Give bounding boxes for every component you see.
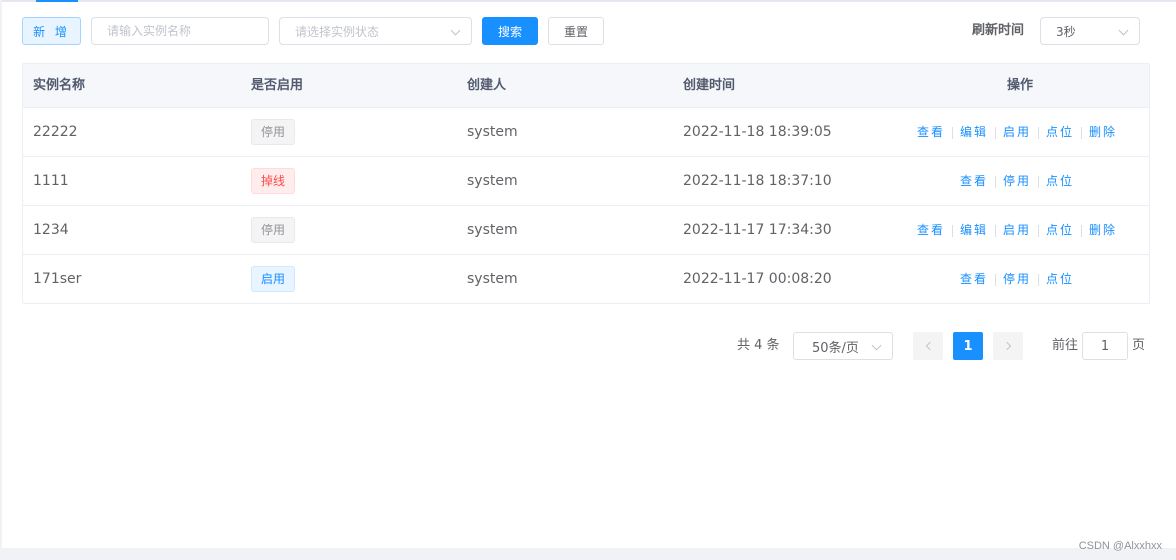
cell-creator: system	[467, 222, 518, 238]
cell-status: 停用	[251, 108, 296, 156]
points-link[interactable]: 点位	[1046, 125, 1074, 139]
toolbar: 新 增 请选择实例状态 搜索 重置 刷新时间 3秒	[22, 17, 1140, 45]
divider	[994, 126, 996, 139]
refresh-time-label: 刷新时间	[972, 23, 1025, 38]
chevron-right-icon	[1002, 341, 1011, 351]
cell-creator: system	[467, 271, 518, 287]
points-link[interactable]: 点位	[1046, 174, 1074, 188]
divider	[1038, 126, 1039, 139]
next-page-button[interactable]	[993, 332, 1023, 360]
enable-link[interactable]: 启用	[1003, 125, 1031, 139]
main-panel: 新 增 请选择实例状态 搜索 重置 刷新时间 3秒 实例名称 是否启用 创建人 …	[2, 0, 1176, 548]
page-number-current[interactable]: 1	[953, 332, 983, 360]
cell-instance-name: 1111	[33, 173, 69, 189]
cell-created-time: 2022-11-17 00:08:20	[683, 271, 832, 287]
divider	[994, 175, 996, 188]
delete-link[interactable]: 删除	[1089, 223, 1117, 237]
header-created-time: 创建时间	[683, 78, 736, 93]
cell-instance-name: 1234	[33, 222, 69, 238]
instance-status-select[interactable]: 请选择实例状态	[279, 17, 472, 45]
cell-status: 掉线	[251, 157, 296, 205]
refresh-interval-select[interactable]: 3秒	[1040, 17, 1140, 45]
table-row: 22222 停用 system 2022-11-18 18:39:05 查看 编辑…	[23, 108, 1149, 157]
divider	[1081, 224, 1083, 237]
cell-creator: system	[467, 173, 518, 189]
status-badge: 启用	[251, 266, 296, 292]
view-link[interactable]: 查看	[917, 223, 945, 237]
delete-link[interactable]: 删除	[1089, 125, 1117, 139]
total-count: 共 4 条	[737, 338, 780, 353]
add-button[interactable]: 新 增	[22, 17, 81, 45]
status-badge: 掉线	[251, 168, 296, 194]
divider	[951, 224, 953, 237]
goto-label: 前往	[1052, 338, 1079, 353]
header-enabled: 是否启用	[251, 78, 304, 93]
divider	[994, 224, 996, 237]
divider	[951, 126, 953, 139]
header-actions: 操作	[1007, 78, 1034, 93]
top-divider	[2, 0, 1176, 2]
goto-suffix: 页	[1132, 338, 1146, 353]
divider	[1081, 126, 1083, 139]
disable-link[interactable]: 停用	[1003, 272, 1031, 286]
points-link[interactable]: 点位	[1046, 272, 1074, 286]
points-link[interactable]: 点位	[1046, 223, 1074, 237]
view-link[interactable]: 查看	[960, 272, 988, 286]
instance-table: 实例名称 是否启用 创建人 创建时间 操作 22222 停用 system 20…	[22, 63, 1150, 304]
chevron-down-icon	[1118, 25, 1129, 36]
cell-instance-name: 22222	[33, 124, 78, 140]
refresh-interval-value: 3秒	[1056, 24, 1076, 39]
table-row: 171ser 启用 system 2022-11-17 00:08:20 查看 停…	[23, 255, 1149, 303]
page-size-value: 50条/页	[812, 340, 859, 356]
chevron-down-icon	[450, 25, 461, 36]
view-link[interactable]: 查看	[960, 174, 988, 188]
cell-created-time: 2022-11-18 18:39:05	[683, 124, 832, 140]
table-header: 实例名称 是否启用 创建人 创建时间 操作	[23, 64, 1149, 108]
watermark: CSDN @Alxxhxx	[1078, 540, 1162, 552]
cell-actions: 查看 停用 点位	[879, 157, 1149, 205]
page-size-select[interactable]: 50条/页	[793, 332, 893, 360]
pagination: 共 4 条 50条/页 1 前往 页	[2, 332, 1176, 360]
header-creator: 创建人	[467, 78, 507, 93]
cell-actions: 查看 编辑 启用 点位 删除	[879, 108, 1149, 156]
status-badge: 停用	[251, 119, 296, 145]
cell-created-time: 2022-11-17 17:34:30	[683, 222, 832, 238]
enable-link[interactable]: 启用	[1003, 223, 1031, 237]
divider	[994, 273, 996, 286]
cell-created-time: 2022-11-18 18:37:10	[683, 173, 832, 189]
divider	[1038, 175, 1039, 188]
goto-page-input[interactable]	[1082, 332, 1128, 360]
divider	[1038, 273, 1039, 286]
status-select-placeholder: 请选择实例状态	[295, 24, 380, 39]
chevron-down-icon	[871, 340, 882, 351]
status-badge: 停用	[251, 217, 296, 243]
divider	[1038, 224, 1039, 237]
cell-actions: 查看 编辑 启用 点位 删除	[879, 206, 1149, 254]
view-link[interactable]: 查看	[917, 125, 945, 139]
table-row: 1234 停用 system 2022-11-17 17:34:30 查看 编辑 启…	[23, 206, 1149, 255]
cell-status: 停用	[251, 206, 296, 254]
edit-link[interactable]: 编辑	[960, 125, 988, 139]
cell-actions: 查看 停用 点位	[879, 255, 1149, 303]
chevron-left-icon	[925, 341, 934, 351]
prev-page-button[interactable]	[913, 332, 943, 360]
search-button[interactable]: 搜索	[482, 17, 538, 45]
cell-status: 启用	[251, 255, 296, 303]
cell-instance-name: 171ser	[33, 271, 82, 287]
cell-creator: system	[467, 124, 518, 140]
header-instance-name: 实例名称	[33, 78, 86, 93]
edit-link[interactable]: 编辑	[960, 223, 988, 237]
disable-link[interactable]: 停用	[1003, 174, 1031, 188]
active-tab-indicator	[36, 0, 78, 2]
reset-button[interactable]: 重置	[548, 17, 604, 45]
instance-name-input[interactable]	[91, 17, 269, 45]
table-row: 1111 掉线 system 2022-11-18 18:37:10 查看 停用 点…	[23, 157, 1149, 206]
